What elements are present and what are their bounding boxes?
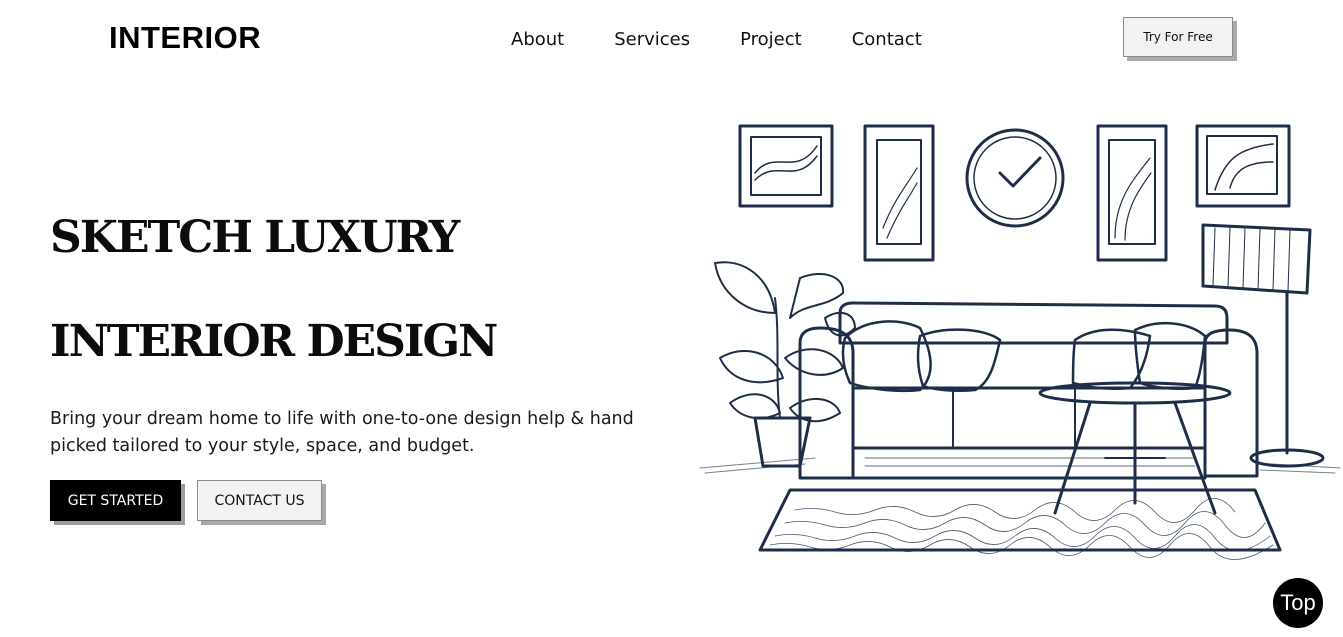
picture-frame-3	[1096, 124, 1168, 262]
sofa	[798, 301, 1259, 480]
hero-description: Bring your dream home to life with one-t…	[50, 409, 634, 456]
nav-link-about[interactable]: About	[511, 28, 564, 52]
scroll-to-top-button[interactable]: Top	[1273, 578, 1323, 628]
potted-plant	[714, 261, 856, 468]
living-room-sketch-illustration	[699, 124, 1341, 560]
try-for-free-button[interactable]: Try For Free	[1123, 17, 1233, 57]
nav-link-services[interactable]: Services	[614, 28, 690, 52]
hero-headline-line1: SKETCH LUXURY	[50, 212, 460, 263]
picture-frame-2	[863, 124, 935, 262]
main-nav: About Services Project Contact	[511, 28, 972, 52]
landing-page: INTERIOR About Services Project Contact …	[0, 0, 1343, 637]
area-rug	[758, 488, 1282, 560]
nav-link-project[interactable]: Project	[740, 28, 802, 52]
floor-lamp	[1201, 223, 1325, 468]
site-logo[interactable]: INTERIOR	[109, 20, 261, 56]
get-started-button[interactable]: GET STARTED	[50, 480, 181, 521]
picture-frame-1	[738, 124, 834, 208]
hero-headline-line2: INTERIOR DESIGN	[50, 316, 498, 367]
picture-frame-4	[1195, 124, 1291, 208]
contact-us-button[interactable]: CONTACT US	[197, 480, 322, 521]
wall-clock	[965, 128, 1065, 228]
nav-link-contact[interactable]: Contact	[852, 28, 922, 52]
